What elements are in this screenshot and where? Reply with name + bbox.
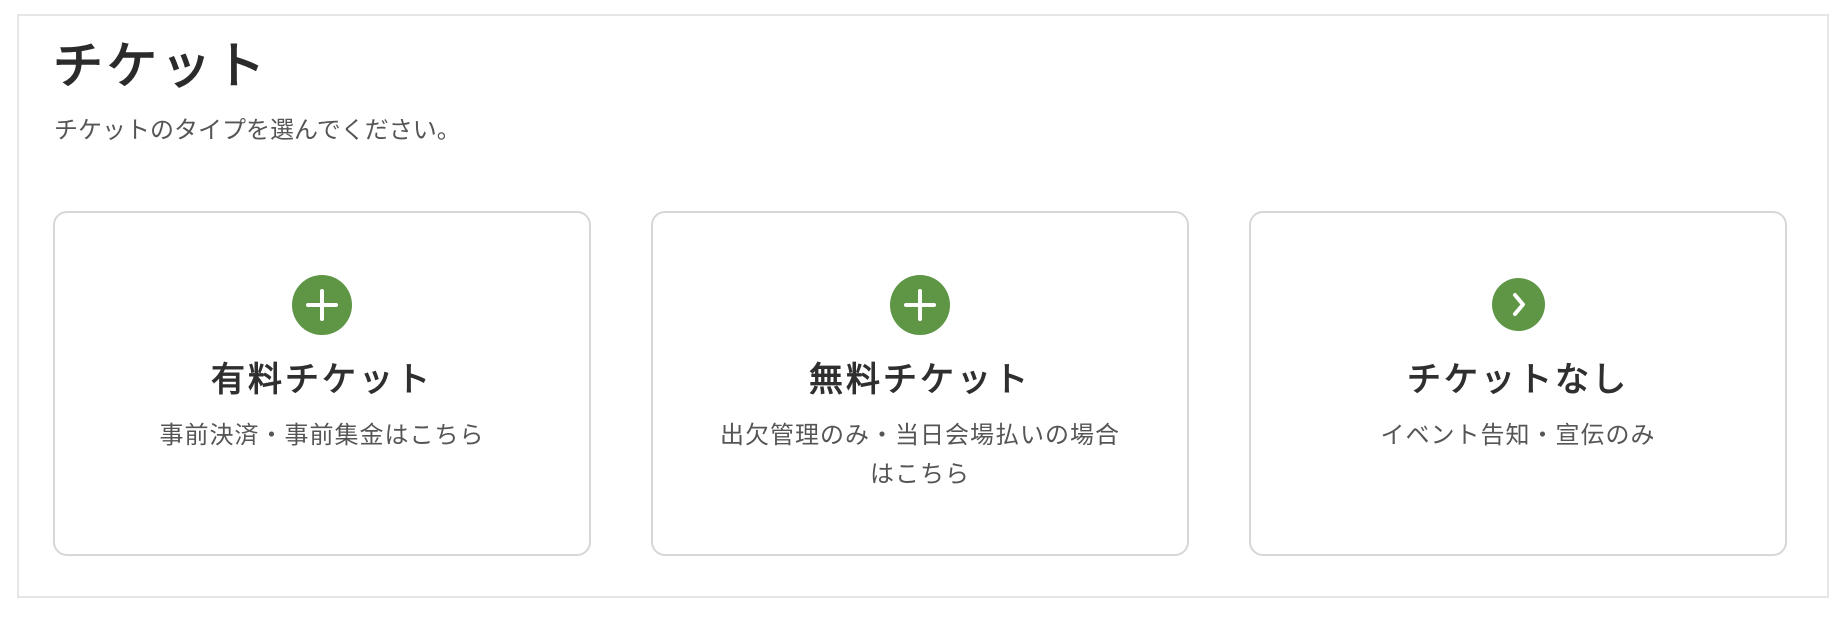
paid-ticket-title: 有料チケット (211, 360, 433, 400)
free-ticket-card[interactable]: 無料チケット 出欠管理のみ・当日会場払いの場合はこちら (651, 211, 1189, 556)
no-ticket-title: チケットなし (1407, 360, 1629, 400)
no-ticket-description: イベント告知・宣伝のみ (1380, 421, 1656, 449)
plus-circle-icon (890, 275, 950, 335)
no-ticket-card[interactable]: チケットなし イベント告知・宣伝のみ (1249, 211, 1787, 556)
page-title: チケット (53, 37, 269, 95)
free-ticket-title: 無料チケット (809, 360, 1031, 400)
free-ticket-description: 出欠管理のみ・当日会場払いの場合はこちら (720, 421, 1120, 488)
page-subtitle: チケットのタイプを選んでください。 (54, 116, 461, 144)
plus-circle-icon (292, 275, 352, 335)
chevron-right-circle-icon (1491, 278, 1545, 331)
paid-ticket-card[interactable]: 有料チケット 事前決済・事前集金はこちら (53, 211, 591, 556)
paid-ticket-description: 事前決済・事前集金はこちら (159, 421, 485, 449)
